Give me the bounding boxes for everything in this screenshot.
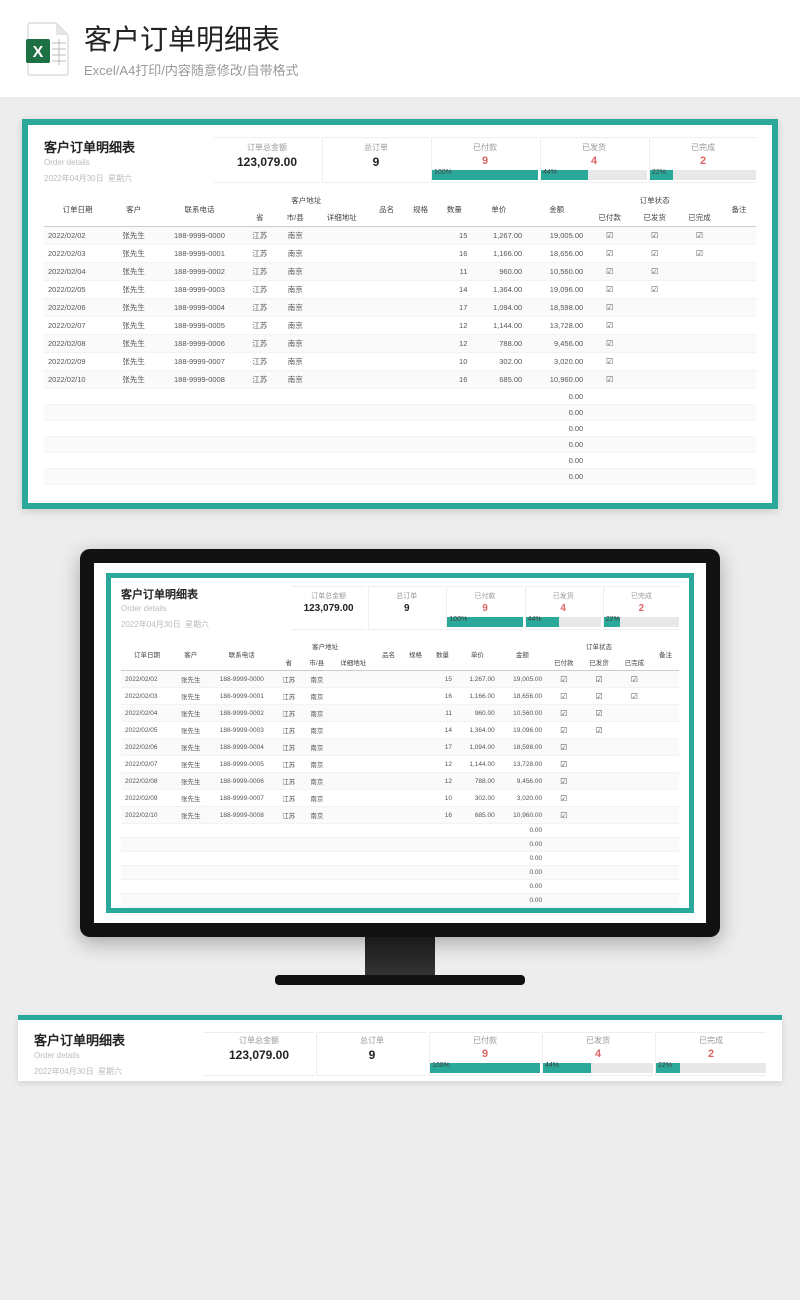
- order-table: 订单日期 客户 联系电话 客户地址 品名 规格 数量 单价 金额 订单状态 备注…: [44, 192, 756, 485]
- sheet-date: 2022年04月30日 星期六: [121, 619, 261, 630]
- kpi-total-orders: 总订单 9: [368, 586, 444, 630]
- table-row: 2022/02/02张先生188-9999-0000 江苏南京 151,267.…: [121, 671, 679, 688]
- table-row: 2022/02/09张先生188-9999-0007 江苏南京 10302.00…: [44, 353, 756, 371]
- sheet-title: 客户订单明细表: [34, 1030, 174, 1049]
- table-row: 2022/02/08张先生188-9999-0006 江苏南京 12788.00…: [121, 773, 679, 790]
- table-row: 2022/02/05张先生188-9999-0003 江苏南京 141,364.…: [44, 281, 756, 299]
- table-row: 0.00: [121, 866, 679, 880]
- table-row: 2022/02/10张先生188-9999-0008 江苏南京 16685.00…: [121, 807, 679, 824]
- table-row: 2022/02/06张先生188-9999-0004 江苏南京 171,094.…: [121, 739, 679, 756]
- sheet-subtitle: Order details: [44, 158, 184, 167]
- kpi-total-amount: 订单总金额 123,079.00: [291, 586, 366, 630]
- table-row: 2022/02/07张先生188-9999-0005 江苏南京 121,144.…: [44, 317, 756, 335]
- table-row: 2022/02/03张先生188-9999-0001 江苏南京 161,166.…: [44, 245, 756, 263]
- table-row: 0.00: [44, 453, 756, 469]
- kpi-total-amount: 订单总金额 123,079.00: [204, 1032, 314, 1076]
- kpi-shipped: 已发货 4 44%: [540, 137, 647, 183]
- kpi-total-orders: 总订单 9: [316, 1032, 427, 1076]
- sheet-date: 2022年04月30日 星期六: [44, 173, 184, 184]
- table-row: 2022/02/05张先生188-9999-0003 江苏南京 141,364.…: [121, 722, 679, 739]
- table-row: 0.00: [121, 894, 679, 908]
- table-row: 2022/02/03张先生188-9999-0001 江苏南京 161,166.…: [121, 688, 679, 705]
- table-row: 2022/02/04张先生188-9999-0002 江苏南京 11960.00…: [121, 705, 679, 722]
- sheet-subtitle: Order details: [121, 604, 261, 613]
- page-header: X 客户订单明细表 Excel/A4打印/内容随意修改/自带格式: [0, 0, 800, 97]
- sheet-title: 客户订单明细表: [121, 586, 261, 602]
- table-row: 0.00: [121, 852, 679, 866]
- table-row: 0.00: [44, 389, 756, 405]
- header-banner-preview: 客户订单明细表 Order details 2022年04月30日 星期六 订单…: [18, 1015, 782, 1081]
- table-row: 0.00: [44, 437, 756, 453]
- table-row: 0.00: [121, 838, 679, 852]
- kpi-paid: 已付款 9 100%: [446, 586, 522, 630]
- table-row: 0.00: [121, 824, 679, 838]
- table-row: 0.00: [44, 405, 756, 421]
- kpi-paid: 已付款 9 100%: [431, 137, 538, 183]
- monitor-mockup: 客户订单明细表 Order details 2022年04月30日 星期六 订单…: [80, 549, 720, 985]
- sheet-subtitle: Order details: [34, 1051, 174, 1060]
- table-row: 2022/02/06张先生188-9999-0004 江苏南京 171,094.…: [44, 299, 756, 317]
- kpi-done: 已完成 2 22%: [603, 586, 679, 630]
- table-row: 0.00: [44, 469, 756, 485]
- sheet-date: 2022年04月30日 星期六: [34, 1066, 174, 1077]
- page-subtitle: Excel/A4打印/内容随意修改/自带格式: [84, 60, 299, 79]
- table-row: 2022/02/07张先生188-9999-0005 江苏南京 121,144.…: [121, 756, 679, 773]
- table-row: 0.00: [44, 421, 756, 437]
- table-row: 0.00: [121, 880, 679, 894]
- excel-icon: X: [24, 21, 72, 77]
- kpi-total-amount: 订单总金额 123,079.00: [214, 137, 320, 183]
- kpi-done: 已完成 2 22%: [649, 137, 756, 183]
- kpi-done: 已完成 2 22%: [655, 1032, 766, 1076]
- table-row: 2022/02/02张先生188-9999-0000 江苏南京 151,267.…: [44, 227, 756, 245]
- svg-text:X: X: [33, 44, 44, 61]
- table-row: 2022/02/04张先生188-9999-0002 江苏南京 11960.00…: [44, 263, 756, 281]
- page-title: 客户订单明细表: [84, 18, 299, 58]
- order-table: 订单日期 客户 联系电话 客户地址 品名 规格 数量 单价 金额 订单状态 备注…: [121, 638, 679, 908]
- kpi-paid: 已付款 9 100%: [429, 1032, 540, 1076]
- kpi-total-orders: 总订单 9: [322, 137, 429, 183]
- table-row: 2022/02/09张先生188-9999-0007 江苏南京 10302.00…: [121, 790, 679, 807]
- spreadsheet-preview: 客户订单明细表 Order details 2022年04月30日 星期六 订单…: [22, 119, 778, 509]
- kpi-shipped: 已发货 4 44%: [525, 586, 601, 630]
- table-row: 2022/02/08张先生188-9999-0006 江苏南京 12788.00…: [44, 335, 756, 353]
- table-row: 2022/02/10张先生188-9999-0008 江苏南京 16685.00…: [44, 371, 756, 389]
- kpi-shipped: 已发货 4 44%: [542, 1032, 653, 1076]
- sheet-title: 客户订单明细表: [44, 137, 184, 156]
